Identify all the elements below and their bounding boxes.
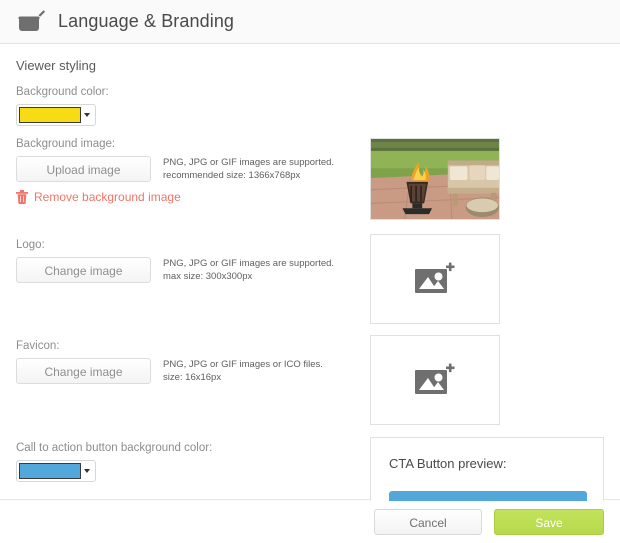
add-image-icon[interactable] — [371, 336, 499, 424]
background-color-swatch[interactable] — [19, 107, 81, 123]
cta-color-swatch[interactable] — [19, 463, 81, 479]
favicon-field: Favicon: Change image — [16, 340, 151, 384]
background-image-label: Background image: — [16, 138, 151, 150]
language-branding-dialog: Language & Branding Viewer styling Backg… — [0, 0, 620, 543]
logo-label: Logo: — [16, 239, 151, 251]
dialog-header: Language & Branding — [0, 0, 620, 44]
paint-bucket-brush-icon — [14, 7, 48, 37]
section-title-viewer-styling: Viewer styling — [16, 58, 96, 73]
background-color-label: Background color: — [16, 86, 109, 98]
add-image-icon[interactable] — [371, 235, 499, 323]
dialog-footer: Cancel Save — [0, 501, 620, 543]
cta-color-label: Call to action button background color: — [16, 442, 212, 454]
cancel-button[interactable]: Cancel — [374, 509, 482, 535]
cta-color-picker[interactable] — [16, 460, 96, 482]
background-color-field: Background color: — [16, 86, 109, 126]
favicon-label: Favicon: — [16, 340, 151, 352]
chevron-down-icon[interactable] — [81, 113, 93, 117]
chevron-down-icon[interactable] — [81, 469, 93, 473]
background-image-field: Background image: Upload image — [16, 138, 151, 182]
favicon-hint: PNG, JPG or GIF images or ICO files. siz… — [163, 359, 323, 384]
favicon-preview[interactable] — [370, 335, 500, 425]
cta-color-field: Call to action button background color: — [16, 442, 212, 482]
favicon-change-image-button[interactable]: Change image — [16, 358, 151, 384]
background-image-preview[interactable] — [370, 138, 500, 220]
logo-field: Logo: Change image — [16, 239, 151, 283]
save-button[interactable]: Save — [494, 509, 604, 535]
cta-preview-title: CTA Button preview: — [389, 456, 603, 471]
trash-icon[interactable] — [16, 190, 28, 204]
dialog-content: Viewer styling Background color: Backgro… — [0, 44, 620, 500]
upload-image-button[interactable]: Upload image — [16, 156, 151, 182]
background-image-hint: PNG, JPG or GIF images are supported. re… — [163, 157, 334, 182]
remove-background-image-link[interactable]: Remove background image — [16, 190, 181, 204]
logo-change-image-button[interactable]: Change image — [16, 257, 151, 283]
logo-hint: PNG, JPG or GIF images are supported. ma… — [163, 258, 334, 283]
page-title: Language & Branding — [58, 11, 234, 32]
background-color-picker[interactable] — [16, 104, 96, 126]
remove-background-image-label[interactable]: Remove background image — [34, 190, 181, 204]
logo-preview[interactable] — [370, 234, 500, 324]
